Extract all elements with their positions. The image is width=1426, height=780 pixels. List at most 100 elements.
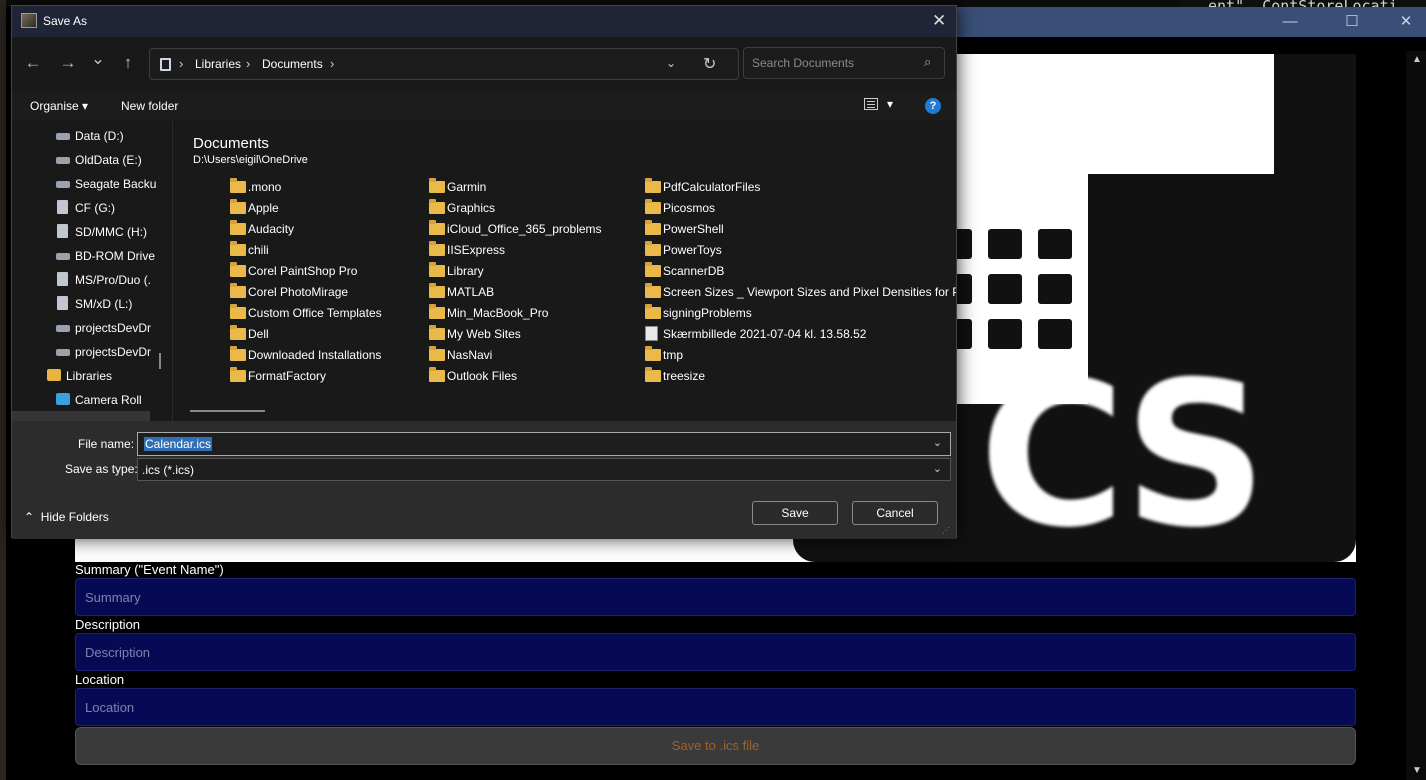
card-icon (57, 272, 68, 286)
folder-icon (645, 346, 661, 361)
drive-icon (56, 349, 70, 356)
new-folder-button[interactable]: New folder (121, 99, 178, 113)
folder-icon (429, 283, 445, 298)
breadcrumb-documents[interactable]: Documents (262, 57, 323, 71)
breadcrumb-libraries[interactable]: Libraries (195, 57, 241, 71)
folder-icon (230, 262, 246, 277)
file-list-item-label: tmp (663, 348, 684, 362)
chevron-down-icon[interactable]: ⌄ (666, 56, 676, 70)
help-icon[interactable]: ? (925, 98, 941, 114)
location-input[interactable] (75, 688, 1356, 726)
chevron-down-icon[interactable]: ⌄ (933, 462, 942, 475)
nav-item-projectsdevdrive-2[interactable]: projectsDevDr (12, 340, 172, 364)
file-list-item-label: Graphics (447, 201, 496, 215)
card-icon (57, 200, 68, 214)
nav-item-label: SM/xD (L:) (75, 297, 133, 311)
nav-item-label: Libraries (66, 369, 113, 383)
hide-folders-label: Hide Folders (40, 510, 109, 524)
drive-icon (56, 181, 70, 188)
scroll-up-icon[interactable]: ▲ (1412, 54, 1422, 65)
save-ics-button[interactable]: Save to .ics file (75, 727, 1356, 765)
nav-item-label: BD-ROM Drive (75, 249, 155, 263)
nav-item-label: SD/MMC (H:) (75, 225, 147, 239)
navigation-pane: Data (D:) OldData (E:) Seagate Backu CF … (12, 121, 172, 421)
folder-icon (429, 178, 445, 193)
nav-item-label: Camera Roll (75, 393, 142, 407)
chevron-right-icon[interactable]: › (246, 56, 250, 71)
camera-roll-icon (56, 393, 70, 405)
file-list-item-label: Dell (248, 327, 269, 341)
nav-item-label: projectsDevDr (75, 321, 152, 335)
nav-item-mspro[interactable]: MS/Pro/Duo (. (12, 268, 172, 292)
chevron-right-icon[interactable]: › (330, 56, 334, 71)
nav-item-projectsdevdrive-1[interactable]: projectsDevDr (12, 316, 172, 340)
file-name-input[interactable]: Calendar.ics ⌄ (137, 432, 951, 456)
file-list-item-label: PowerToys (663, 243, 722, 257)
description-input[interactable] (75, 633, 1356, 671)
resize-grip-icon[interactable]: ⋰ (942, 526, 952, 536)
file-list-item-label: .mono (248, 180, 282, 194)
nav-item-label: OldData (E:) (75, 153, 142, 167)
refresh-icon[interactable]: ↻ (703, 54, 716, 74)
cancel-button[interactable]: Cancel (852, 501, 938, 525)
horizontal-scrollbar[interactable] (190, 410, 265, 412)
nav-item-label: CF (G:) (75, 201, 115, 215)
nav-item-data-d[interactable]: Data (D:) (12, 124, 172, 148)
command-bar: Organise ▾ New folder ▾ ? (12, 91, 956, 121)
file-list-item-label: PdfCalculatorFiles (663, 180, 761, 194)
maximize-icon[interactable]: ☐ (1342, 12, 1362, 32)
close-icon[interactable]: ✕ (932, 11, 946, 31)
save-options-panel: File name: Calendar.ics ⌄ Save as type: … (12, 421, 956, 539)
file-list-item-label: signingProblems (663, 306, 752, 320)
nav-item-cf-g[interactable]: CF (G:) (12, 196, 172, 220)
address-bar[interactable]: › Libraries › Documents › ⌄ ↻ (149, 48, 739, 80)
calendar-cell (1038, 274, 1072, 304)
close-app-icon[interactable]: ✕ (1396, 12, 1416, 32)
search-box: ⌕ (743, 47, 945, 79)
save-type-select[interactable]: .ics (*.ics) ⌄ (137, 458, 951, 481)
scroll-down-icon[interactable]: ▼ (1412, 765, 1422, 776)
nav-item-camera-roll[interactable]: Camera Roll (12, 388, 172, 412)
nav-item-label: Data (D:) (75, 129, 124, 143)
image-file-icon (645, 326, 658, 341)
hide-folders-toggle[interactable]: ⌃ Hide Folders (24, 510, 109, 524)
folder-icon (429, 367, 445, 382)
save-type-label: Save as type: (65, 462, 138, 476)
nav-item-seagate[interactable]: Seagate Backu (12, 172, 172, 196)
ics-hero-text: CS (979, 339, 1268, 562)
nav-item-documents-selected[interactable] (12, 411, 150, 421)
folder-icon (429, 304, 445, 319)
save-button[interactable]: Save (752, 501, 838, 525)
folder-icon (645, 367, 661, 382)
nav-item-libraries[interactable]: Libraries (12, 364, 172, 388)
file-name-label: File name: (78, 437, 135, 451)
chevron-down-icon[interactable]: ⌄ (933, 436, 942, 449)
folder-icon (429, 220, 445, 235)
nav-item-smxd-l[interactable]: SM/xD (L:) (12, 292, 172, 316)
chevron-right-icon[interactable]: › (179, 56, 183, 71)
organise-menu[interactable]: Organise ▾ (30, 99, 88, 113)
back-arrow-icon[interactable]: ← (22, 53, 44, 73)
navigation-bar: ← → ⌄ ↑ › Libraries › Documents › ⌄ ↻ ⌕ (12, 37, 956, 91)
search-input[interactable] (744, 48, 914, 78)
forward-arrow-icon[interactable]: → (57, 53, 79, 73)
file-list-item-label: Screen Sizes _ Viewport Sizes and Pixel … (663, 285, 956, 299)
app-scrollbar[interactable] (1406, 51, 1426, 780)
nav-pane-scrollbar[interactable] (159, 353, 161, 369)
nav-item-sdmmc-h[interactable]: SD/MMC (H:) (12, 220, 172, 244)
nav-item-bdrom[interactable]: BD-ROM Drive (12, 244, 172, 268)
drive-icon (56, 325, 70, 332)
file-list-item-label: PowerShell (663, 222, 724, 236)
search-icon[interactable]: ⌕ (924, 54, 931, 70)
nav-item-olddata-e[interactable]: OldData (E:) (12, 148, 172, 172)
nav-item-label: MS/Pro/Duo (. (75, 273, 152, 287)
file-list-item-label: chili (248, 243, 269, 257)
minimize-icon[interactable]: — (1280, 12, 1300, 32)
summary-input[interactable] (75, 578, 1356, 616)
file-name-value[interactable]: Calendar.ics (144, 437, 213, 451)
app-titlebar: — ☐ ✕ (956, 7, 1426, 37)
view-options-icon[interactable] (864, 98, 878, 110)
recent-locations-icon[interactable]: ⌄ (87, 49, 109, 69)
view-dropdown-icon[interactable]: ▾ (887, 97, 893, 111)
up-arrow-icon[interactable]: ↑ (117, 53, 139, 73)
